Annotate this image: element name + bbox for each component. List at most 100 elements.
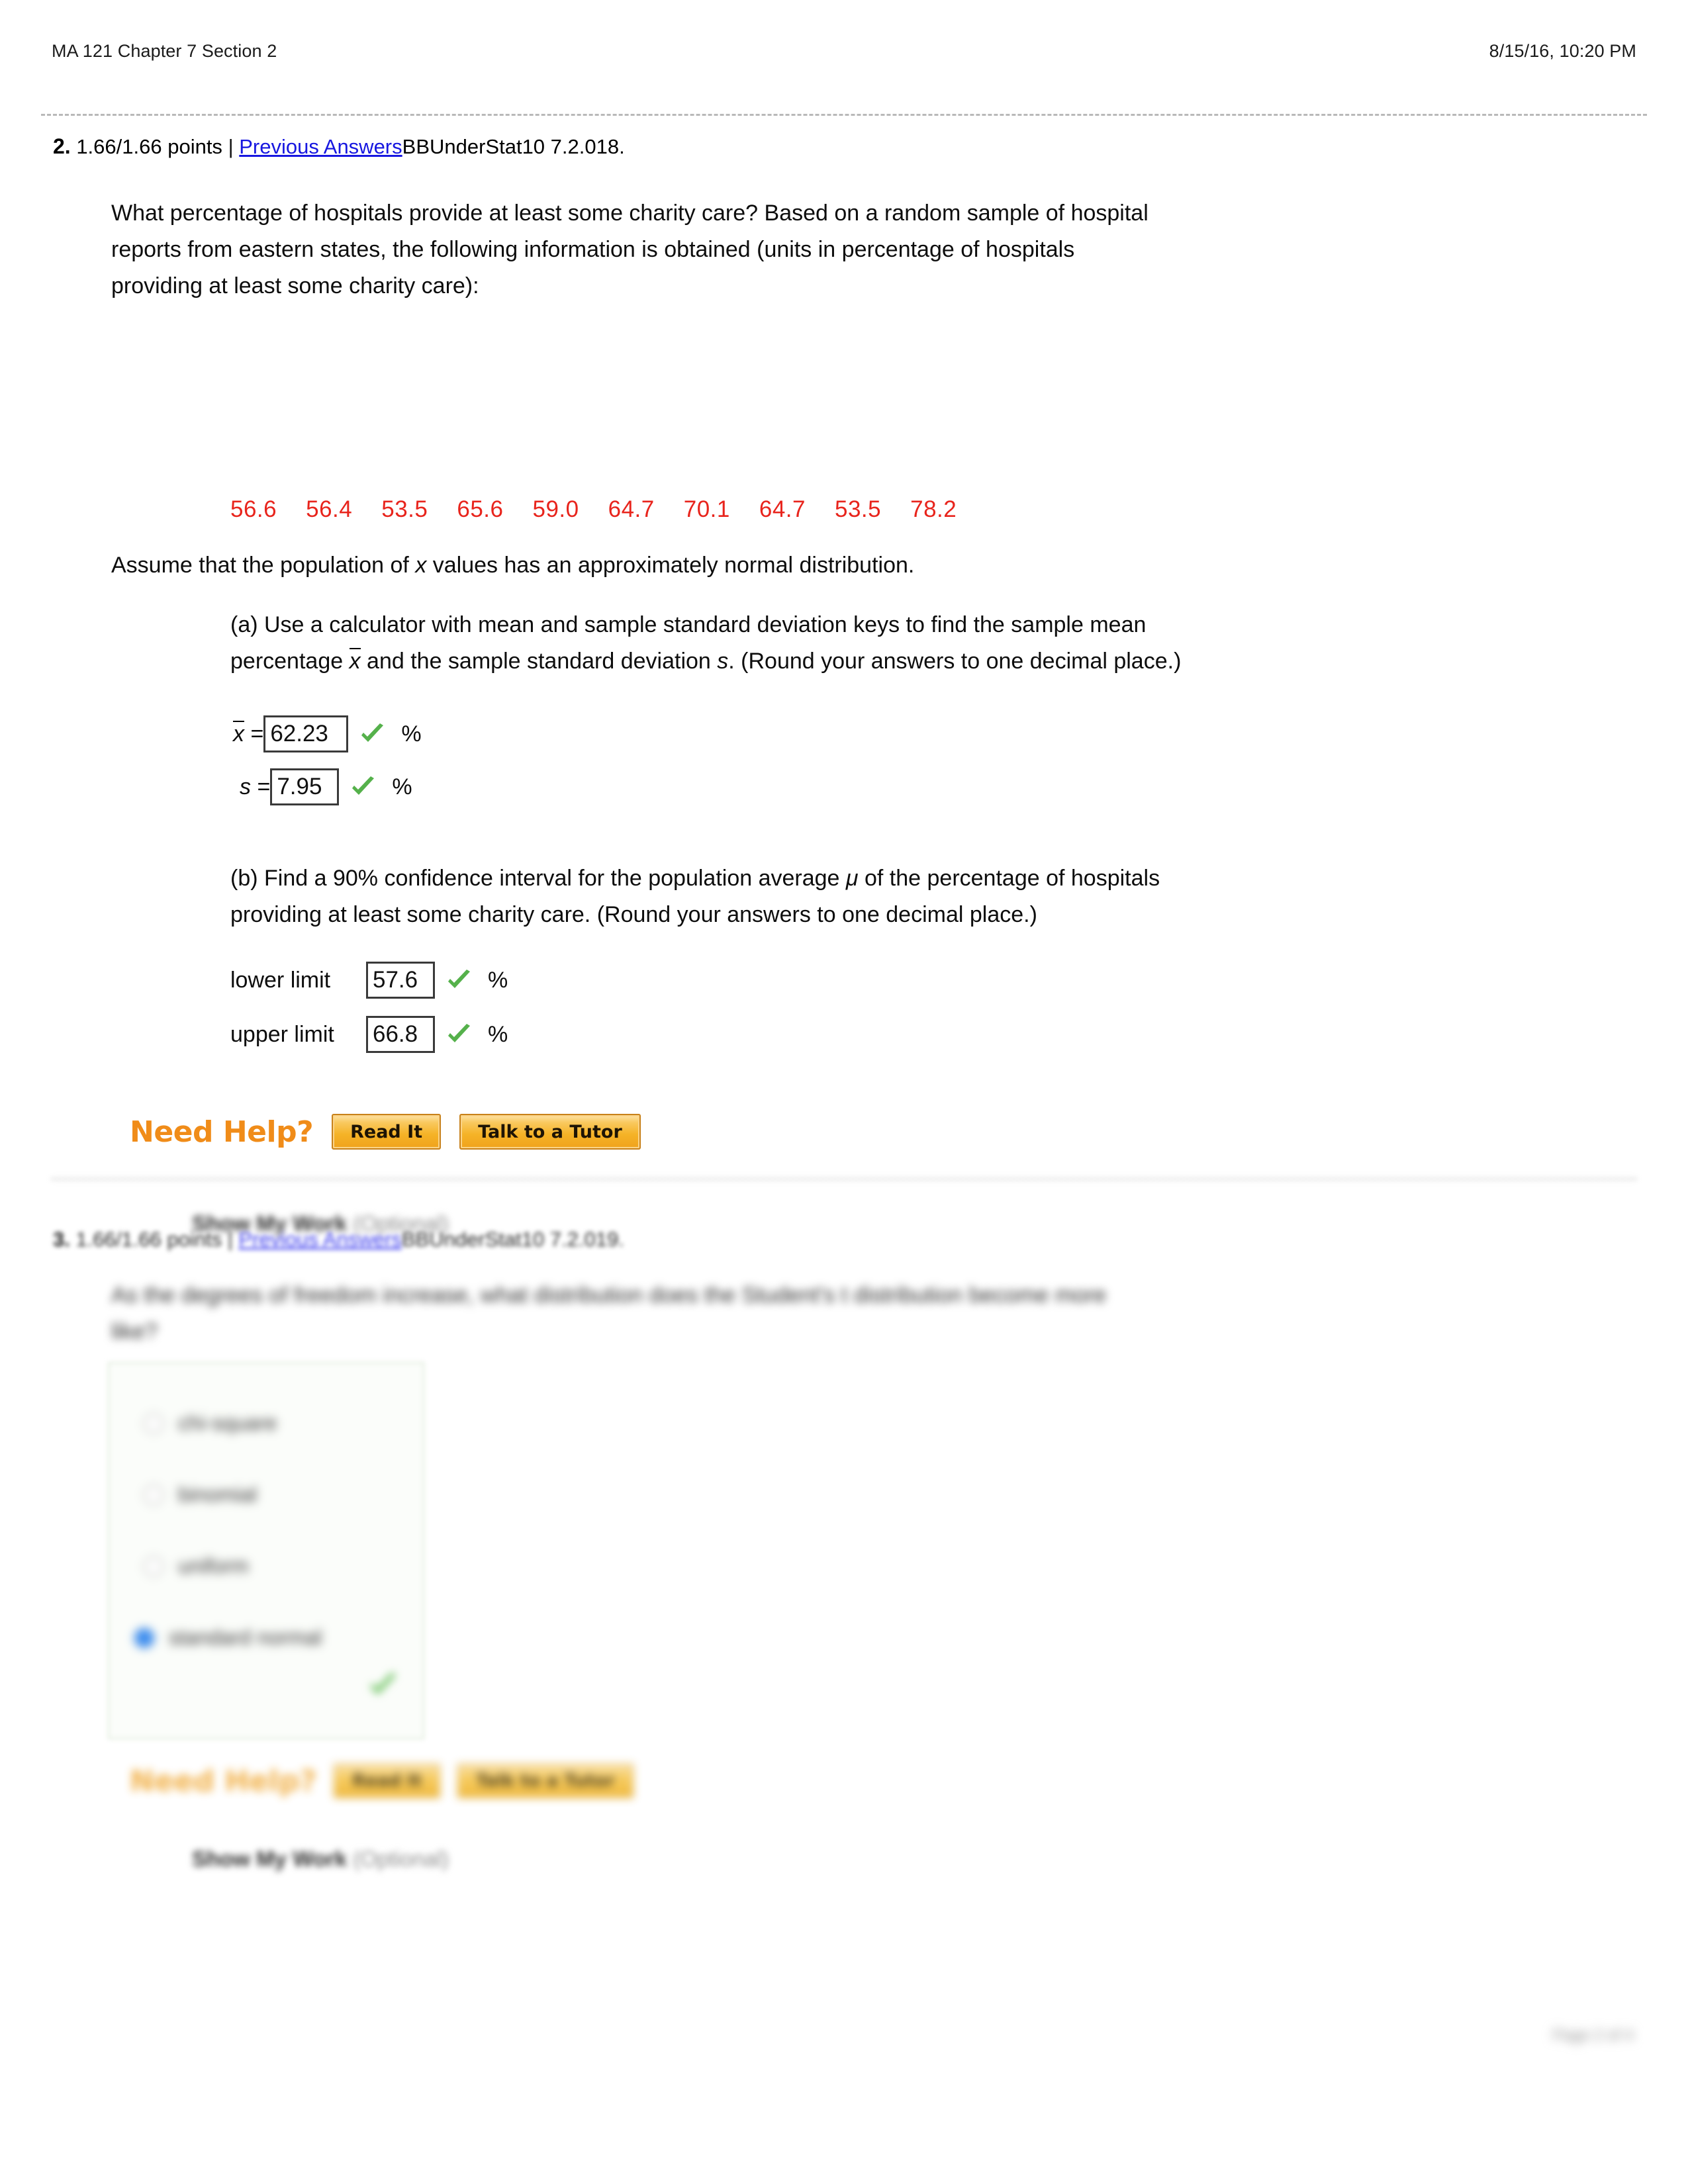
question-2-header: 2. 1.66/1.66 points | Previous AnswersBB… <box>53 136 625 157</box>
need-help-section: Need Help? Read It Talk to a Tutor <box>130 1764 633 1798</box>
page-header: MA 121 Chapter 7 Section 2 8/15/16, 10:2… <box>52 41 1636 62</box>
correct-check-icon <box>444 966 473 995</box>
mean-label: x = <box>233 721 263 747</box>
part-a-line2-pre: percentage <box>230 649 350 674</box>
correct-check-icon <box>357 719 387 749</box>
talk-to-a-tutor-button[interactable]: Talk to a Tutor <box>457 1764 633 1798</box>
part-b-line1-post: of the percentage of hospitals <box>858 866 1160 891</box>
printed-assignment-page: MA 121 Chapter 7 Section 2 8/15/16, 10:2… <box>0 0 1688 2184</box>
question-3-header: 3. 1.66/1.66 points | Previous AnswersBB… <box>53 1228 624 1251</box>
part-a-line-1: (a) Use a calculator with mean and sampl… <box>230 612 1147 637</box>
question-2-prompt: What percentage of hospitals provide at … <box>111 195 1594 304</box>
sample-value: 65.6 <box>457 496 504 522</box>
choice-option-binomial[interactable]: binomial <box>144 1482 257 1507</box>
upper-limit-label: upper limit <box>230 1021 334 1047</box>
read-it-button[interactable]: Read It <box>332 1114 442 1150</box>
sd-equals: = <box>251 774 271 799</box>
sample-value: 64.7 <box>759 496 806 522</box>
sample-value: 53.5 <box>835 496 882 522</box>
sample-value: 59.0 <box>532 496 579 522</box>
part-b-instructions: (b) Find a 90% confidence interval for t… <box>230 860 1594 933</box>
part-a-line-2: percentage x and the sample standard dev… <box>230 643 1594 680</box>
sd-unit: % <box>392 774 412 799</box>
part-a-line2-post: . (Round your answers to one decimal pla… <box>728 649 1182 674</box>
print-timestamp: 8/15/16, 10:20 PM <box>1489 41 1636 61</box>
need-help-label: Need Help? <box>130 1764 317 1798</box>
previous-answers-link[interactable]: Previous Answers <box>238 1228 401 1251</box>
part-a-line2-mid: and the sample standard deviation <box>360 649 718 674</box>
problem-code: BBUnderStat10 7.2.019. <box>401 1228 624 1251</box>
part-b-line1-pre: (b) Find a 90% confidence interval for t… <box>230 866 846 891</box>
footer-right: Page 2 of 4 <box>1552 2026 1634 2044</box>
choice-option-standard-normal[interactable]: standard normal <box>134 1625 322 1650</box>
choice-label: uniform <box>178 1554 249 1578</box>
x-bar-symbol: x <box>349 648 361 674</box>
choice-option-uniform[interactable]: uniform <box>144 1554 249 1578</box>
question-points: 1.66/1.66 points <box>75 1228 222 1251</box>
header-separator: | <box>228 135 234 158</box>
lower-limit-input[interactable]: 57.6 <box>366 962 435 999</box>
problem-code: BBUnderStat10 7.2.018. <box>402 135 625 158</box>
mu-symbol: μ <box>845 866 859 891</box>
question-divider <box>52 1178 1636 1180</box>
normality-assumption: Assume that the population of x values h… <box>111 553 914 578</box>
need-help-label: Need Help? <box>130 1115 314 1149</box>
sample-value: 78.2 <box>910 496 957 522</box>
choice-label: standard normal <box>169 1625 322 1649</box>
upper-limit-input[interactable]: 66.8 <box>366 1016 435 1053</box>
read-it-button[interactable]: Read It <box>334 1764 441 1798</box>
question-3-prompt: As the degrees of freedom increase, what… <box>111 1277 1594 1350</box>
part-a-instructions: (a) Use a calculator with mean and sampl… <box>230 607 1594 680</box>
radio-icon[interactable] <box>144 1484 164 1505</box>
sample-value: 70.1 <box>683 496 730 522</box>
prompt-line-2: reports from eastern states, the followi… <box>111 237 1075 263</box>
choice-label: chi-square <box>178 1411 277 1435</box>
assume-text-pre: Assume that the population of <box>111 553 416 578</box>
prompt-line-1: What percentage of hospitals provide at … <box>111 201 1149 226</box>
mean-equals: = <box>244 721 264 747</box>
need-help-section: Need Help? Read It Talk to a Tutor <box>130 1114 641 1150</box>
radio-icon[interactable] <box>144 1556 164 1576</box>
talk-to-a-tutor-button[interactable]: Talk to a Tutor <box>459 1114 641 1150</box>
radio-icon-selected[interactable] <box>134 1627 154 1648</box>
choice-label: binomial <box>178 1482 258 1506</box>
header-separator: | <box>227 1228 233 1251</box>
sample-value: 56.4 <box>306 496 353 522</box>
mean-input[interactable]: 62.23 <box>263 715 349 752</box>
show-my-work-label: Show My Work <box>192 1846 348 1871</box>
radio-icon[interactable] <box>144 1413 164 1433</box>
part-b-line-1: (b) Find a 90% confidence interval for t… <box>230 860 1594 897</box>
assume-text-post: values has an approximately normal distr… <box>426 553 915 578</box>
choice-option-chi-square[interactable]: chi-square <box>144 1411 277 1435</box>
x-bar-label-symbol: x <box>233 721 244 747</box>
question-number: 3. <box>53 1228 70 1251</box>
part-b-line-2: providing at least some charity care. (R… <box>230 902 1037 928</box>
previous-answers-link[interactable]: Previous Answers <box>239 135 402 158</box>
sample-value: 64.7 <box>608 496 655 522</box>
document-title: MA 121 Chapter 7 Section 2 <box>52 41 277 61</box>
prompt-line-1: As the degrees of freedom increase, what… <box>111 1283 1107 1308</box>
mean-answer-row: x = 62.23 % <box>233 715 422 752</box>
sd-label: s = <box>240 774 270 800</box>
lower-limit-unit: % <box>488 967 508 993</box>
sample-value: 53.5 <box>381 496 428 522</box>
lower-limit-row: lower limit 57.6 % <box>230 962 508 999</box>
lower-limit-label: lower limit <box>230 967 331 993</box>
correct-check-icon <box>365 1668 400 1702</box>
show-my-work-optional: (Optional) <box>353 1846 449 1871</box>
mean-unit: % <box>401 721 422 747</box>
prompt-line-3: providing at least some charity care): <box>111 273 479 299</box>
upper-limit-unit: % <box>488 1021 508 1047</box>
variable-x: x <box>415 553 427 578</box>
correct-check-icon <box>444 1020 473 1049</box>
sd-symbol-label: s <box>240 774 251 799</box>
show-my-work-toggle[interactable]: Show My Work (Optional) <box>192 1846 449 1872</box>
sd-input[interactable]: 7.95 <box>270 768 340 805</box>
upper-limit-row: upper limit 66.8 % <box>230 1016 508 1053</box>
sd-answer-row: s = 7.95 % <box>240 768 412 805</box>
header-divider <box>41 114 1647 116</box>
prompt-line-2: like? <box>111 1319 158 1345</box>
sample-value: 56.6 <box>230 496 277 522</box>
correct-check-icon <box>348 772 377 801</box>
s-symbol: s <box>717 649 729 674</box>
